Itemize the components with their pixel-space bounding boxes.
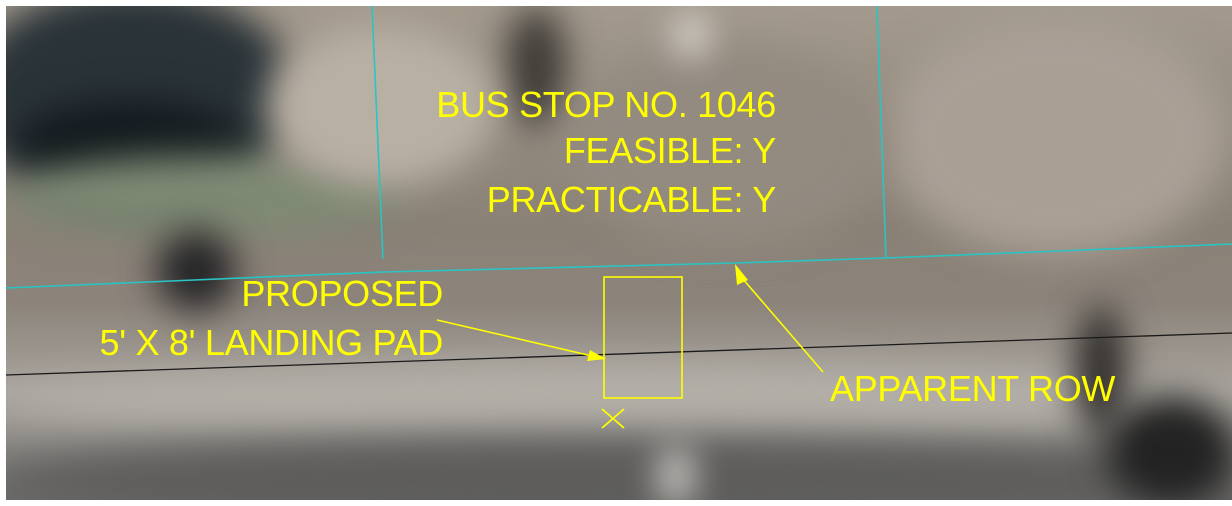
bus-stop-label: BUS STOP NO. 1046: [436, 84, 776, 125]
landing-pad-arrowhead: [587, 350, 606, 361]
proposed-label: PROPOSED: [241, 273, 443, 314]
landing-pad-leader: [436, 319, 593, 357]
parcel-line-left: [371, 5, 384, 260]
apparent-row-label: APPARENT ROW: [830, 368, 1116, 409]
practicable-label: PRACTICABLE: Y: [486, 179, 777, 220]
parcel-line-right: [876, 5, 887, 259]
x-marker-icon: [601, 408, 625, 429]
apparent-row-leader: [741, 277, 824, 373]
linework-overlay: [5, 5, 1232, 429]
apparent-row-line: [5, 243, 1232, 289]
feasible-label: FEASIBLE: Y: [563, 130, 776, 171]
landing-pad-rectangle: [603, 276, 683, 399]
map-canvas: BUS STOP NO. 1046 FEASIBLE: Y PRACTICABL…: [0, 0, 1232, 506]
landing-pad-size-label: 5' X 8' LANDING PAD: [99, 322, 444, 363]
